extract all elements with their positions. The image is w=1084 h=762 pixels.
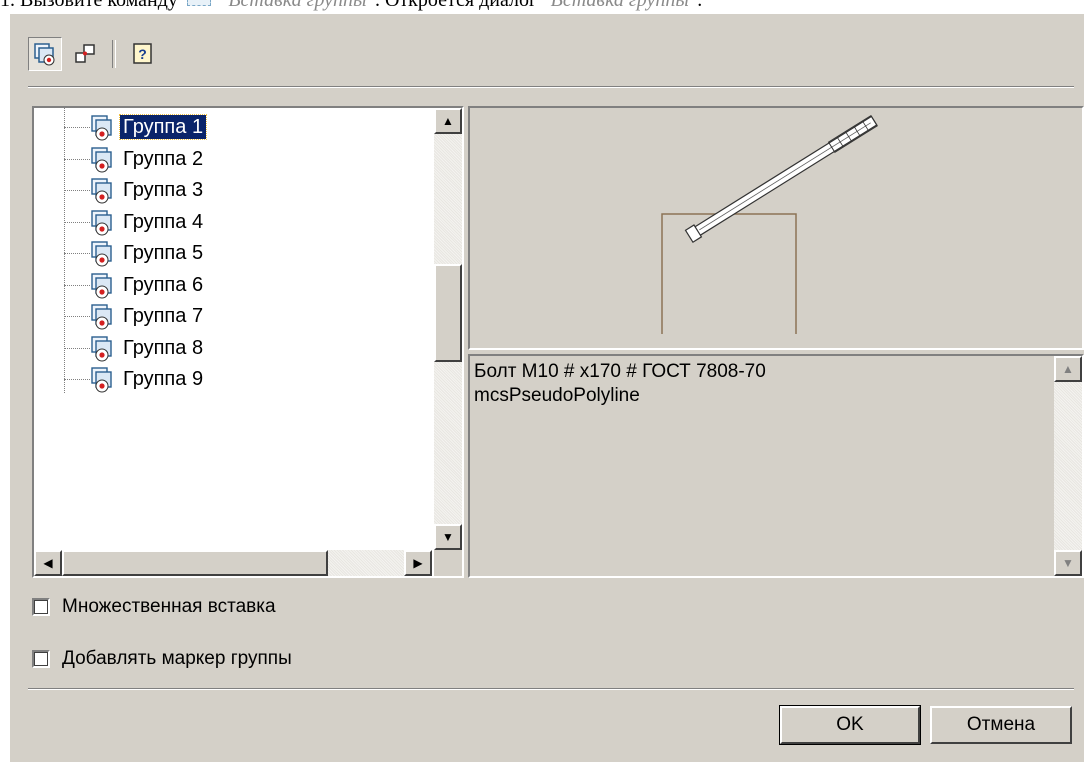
tree-item[interactable]: Группа 6 xyxy=(34,270,414,300)
tree-item[interactable]: Группа 5 xyxy=(34,238,414,268)
instruction-line: 1. Вызовите команду "Вставка группы". От… xyxy=(0,0,1084,12)
insert-group-icon xyxy=(34,43,55,66)
ok-button[interactable]: OK xyxy=(779,705,921,745)
tree-item-label: Группа 1 xyxy=(118,114,208,140)
tree-item-label: Группа 2 xyxy=(123,147,204,170)
tree-item-label: Группа 6 xyxy=(123,273,204,296)
tree-scroll-down-button[interactable]: ▼ xyxy=(434,524,462,550)
group-icon xyxy=(91,241,112,267)
group-marker-tool-button[interactable] xyxy=(68,37,102,71)
tree-item-label: Группа 3 xyxy=(123,179,204,201)
instruction-prefix: 1. Вызовите команду xyxy=(0,0,178,11)
group-icon xyxy=(91,272,112,298)
bolt-preview-drawing xyxy=(661,114,878,334)
multiple-insert-option[interactable]: Множественная вставка xyxy=(32,594,276,620)
description-vertical-scrollbar[interactable]: ▲ ▼ xyxy=(1054,356,1082,576)
group-icon xyxy=(91,304,112,330)
description-scroll-up-button[interactable]: ▲ xyxy=(1054,356,1082,382)
group-icon xyxy=(91,335,112,361)
tree-item[interactable]: Группа 9 xyxy=(34,364,414,394)
instruction-command: "Вставка группы" xyxy=(219,0,375,11)
instruction-middle: . Откроется диалог xyxy=(375,0,538,11)
group-tree-items: Группа 1 Группа 2 Группа 3 Группа 4 Группа 5… xyxy=(34,108,432,550)
tree-scroll-up-button[interactable]: ▲ xyxy=(434,108,462,134)
tree-scroll-right-button[interactable]: ▶ xyxy=(404,550,432,576)
tree-scroll-corner xyxy=(434,550,462,576)
tree-item[interactable]: Группа 8 xyxy=(34,333,414,363)
toolbar: ? xyxy=(28,34,160,74)
add-marker-option[interactable]: Добавлять маркер группы xyxy=(32,646,292,672)
group-marker-icon xyxy=(75,44,95,63)
add-marker-checkbox[interactable] xyxy=(32,650,50,668)
cancel-button[interactable]: Отмена xyxy=(930,706,1072,744)
toolbar-divider xyxy=(28,86,1074,88)
description-scroll-down-button[interactable]: ▼ xyxy=(1054,550,1082,576)
insert-group-tool-button[interactable] xyxy=(28,37,62,71)
tree-item[interactable]: Группа 2 xyxy=(34,144,414,174)
group-icon xyxy=(91,146,112,172)
bottom-divider xyxy=(28,688,1074,690)
insert-group-command-icon xyxy=(186,0,211,7)
tree-item-label: Группа 4 xyxy=(123,210,204,233)
group-tree[interactable]: Группа 1 Группа 2 Группа 3 Группа 4 Группа 5… xyxy=(32,106,464,578)
group-icon xyxy=(91,115,112,141)
tree-item-label: Группа 5 xyxy=(123,242,204,264)
description-box[interactable]: Болт М10 # x170 # ГОСТ 7808-70 mcsPseudo… xyxy=(468,354,1084,578)
toolbar-separator xyxy=(112,40,116,68)
group-icon xyxy=(91,209,112,235)
tree-item-label: Группа 7 xyxy=(123,305,204,327)
group-icon xyxy=(91,367,112,393)
add-marker-label: Добавлять маркер группы xyxy=(62,648,292,669)
tree-item-label: Группа 9 xyxy=(123,368,204,390)
tree-scroll-thumb[interactable] xyxy=(434,264,462,362)
help-tool-button[interactable]: ? xyxy=(126,37,160,71)
multiple-insert-label: Множественная вставка xyxy=(62,596,276,617)
tree-item[interactable]: Группа 7 xyxy=(34,301,414,331)
multiple-insert-checkbox[interactable] xyxy=(32,598,50,616)
description-text: Болт М10 # x170 # ГОСТ 7808-70 mcsPseudo… xyxy=(474,361,766,406)
tree-hscroll-thumb[interactable] xyxy=(62,550,328,576)
tree-vertical-scrollbar[interactable]: ▲ ▼ xyxy=(434,108,462,550)
instruction-suffix: . xyxy=(697,0,703,11)
group-preview xyxy=(468,106,1084,350)
tree-item[interactable]: Группа 1 xyxy=(34,112,414,142)
tree-scroll-left-button[interactable]: ◀ xyxy=(34,550,62,576)
group-icon xyxy=(91,178,112,204)
tree-item[interactable]: Группа 3 xyxy=(34,175,414,205)
tree-item[interactable]: Группа 4 xyxy=(34,207,414,237)
tree-horizontal-scrollbar[interactable]: ◀ ▶ xyxy=(34,550,432,576)
insert-group-dialog: ? Группа 1 Группа 2 Группа 3 Группа 4 Группа… xyxy=(10,14,1084,762)
help-icon: ? xyxy=(133,43,152,64)
instruction-dialog-name: "Вставка группы" xyxy=(542,0,698,11)
tree-item-label: Группа 8 xyxy=(123,336,204,359)
svg-text:?: ? xyxy=(138,46,147,62)
